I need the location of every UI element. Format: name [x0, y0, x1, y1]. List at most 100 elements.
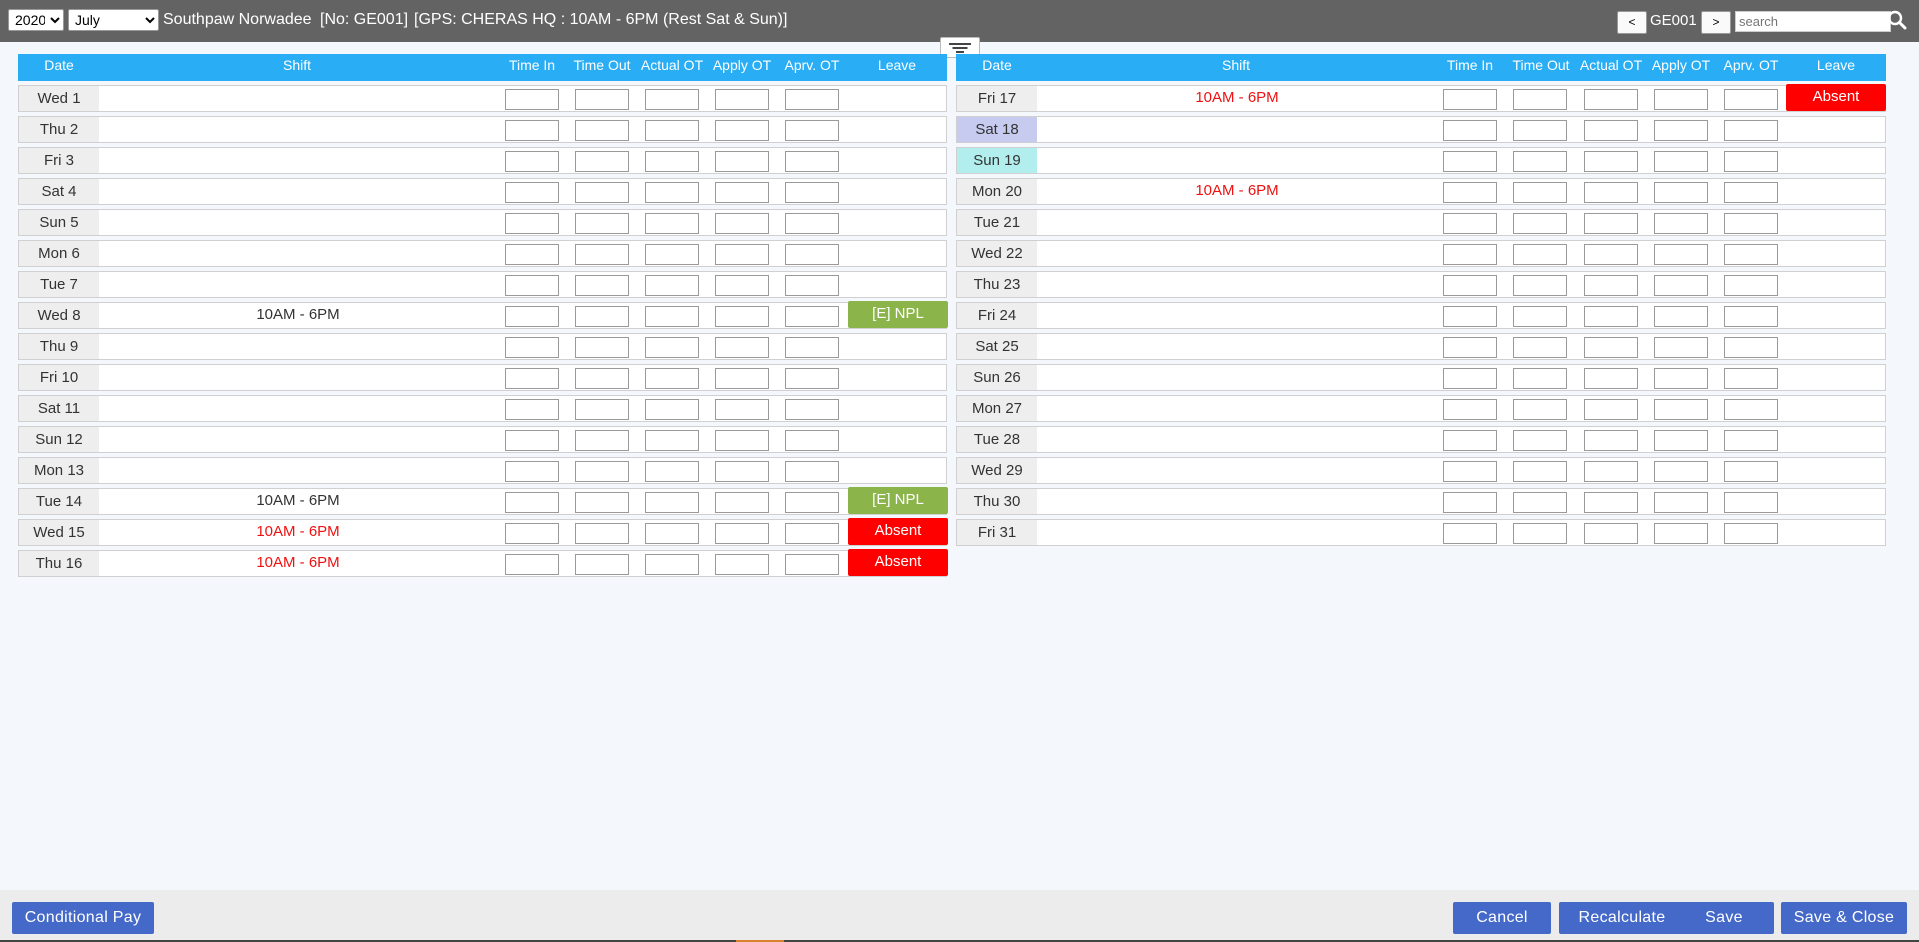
time-out-input[interactable] [575, 399, 629, 420]
time-in-input[interactable] [505, 182, 559, 203]
actual-ot-input[interactable] [1584, 492, 1638, 513]
actual-ot-input[interactable] [645, 430, 699, 451]
aprv-ot-input[interactable] [785, 399, 839, 420]
time-in-input[interactable] [505, 337, 559, 358]
actual-ot-input[interactable] [1584, 89, 1638, 110]
aprv-ot-input[interactable] [1724, 430, 1778, 451]
time-out-input[interactable] [1513, 182, 1567, 203]
recalculate-button[interactable]: Recalculate [1559, 902, 1685, 934]
apply-ot-input[interactable] [715, 492, 769, 513]
time-out-input[interactable] [1513, 368, 1567, 389]
time-out-input[interactable] [1513, 120, 1567, 141]
time-out-input[interactable] [575, 182, 629, 203]
apply-ot-input[interactable] [1654, 120, 1708, 141]
time-out-input[interactable] [1513, 275, 1567, 296]
aprv-ot-input[interactable] [1724, 182, 1778, 203]
time-in-input[interactable] [505, 399, 559, 420]
prev-employee-button[interactable]: < [1617, 11, 1647, 34]
apply-ot-input[interactable] [715, 523, 769, 544]
time-in-input[interactable] [505, 461, 559, 482]
aprv-ot-input[interactable] [1724, 89, 1778, 110]
year-select[interactable]: 2020 [8, 9, 64, 31]
actual-ot-input[interactable] [1584, 182, 1638, 203]
month-select[interactable]: July [68, 9, 159, 31]
time-in-input[interactable] [505, 554, 559, 575]
actual-ot-input[interactable] [645, 461, 699, 482]
apply-ot-input[interactable] [1654, 182, 1708, 203]
apply-ot-input[interactable] [1654, 523, 1708, 544]
aprv-ot-input[interactable] [785, 337, 839, 358]
aprv-ot-input[interactable] [785, 430, 839, 451]
aprv-ot-input[interactable] [1724, 337, 1778, 358]
search-icon[interactable] [1887, 10, 1907, 30]
apply-ot-input[interactable] [1654, 492, 1708, 513]
actual-ot-input[interactable] [645, 368, 699, 389]
apply-ot-input[interactable] [1654, 213, 1708, 234]
time-out-input[interactable] [1513, 399, 1567, 420]
time-in-input[interactable] [1443, 120, 1497, 141]
apply-ot-input[interactable] [715, 554, 769, 575]
leave-badge-absent[interactable]: Absent [1786, 84, 1886, 111]
leave-badge-npl[interactable]: [E] NPL [848, 487, 948, 514]
aprv-ot-input[interactable] [1724, 399, 1778, 420]
actual-ot-input[interactable] [645, 523, 699, 544]
apply-ot-input[interactable] [715, 120, 769, 141]
apply-ot-input[interactable] [715, 368, 769, 389]
time-out-input[interactable] [1513, 492, 1567, 513]
time-out-input[interactable] [575, 523, 629, 544]
actual-ot-input[interactable] [1584, 368, 1638, 389]
apply-ot-input[interactable] [715, 213, 769, 234]
time-out-input[interactable] [1513, 337, 1567, 358]
actual-ot-input[interactable] [645, 554, 699, 575]
time-out-input[interactable] [1513, 89, 1567, 110]
apply-ot-input[interactable] [1654, 399, 1708, 420]
time-out-input[interactable] [575, 554, 629, 575]
time-out-input[interactable] [575, 89, 629, 110]
aprv-ot-input[interactable] [1724, 368, 1778, 389]
actual-ot-input[interactable] [645, 182, 699, 203]
time-in-input[interactable] [1443, 492, 1497, 513]
time-out-input[interactable] [575, 430, 629, 451]
time-out-input[interactable] [575, 244, 629, 265]
actual-ot-input[interactable] [645, 399, 699, 420]
time-in-input[interactable] [1443, 151, 1497, 172]
aprv-ot-input[interactable] [1724, 306, 1778, 327]
apply-ot-input[interactable] [715, 399, 769, 420]
actual-ot-input[interactable] [1584, 523, 1638, 544]
time-out-input[interactable] [575, 151, 629, 172]
time-in-input[interactable] [1443, 399, 1497, 420]
actual-ot-input[interactable] [645, 492, 699, 513]
apply-ot-input[interactable] [1654, 430, 1708, 451]
aprv-ot-input[interactable] [1724, 523, 1778, 544]
time-in-input[interactable] [505, 306, 559, 327]
search-input[interactable] [1735, 11, 1891, 32]
time-out-input[interactable] [1513, 461, 1567, 482]
aprv-ot-input[interactable] [1724, 120, 1778, 141]
next-employee-button[interactable]: > [1701, 11, 1731, 34]
time-in-input[interactable] [1443, 182, 1497, 203]
time-in-input[interactable] [1443, 430, 1497, 451]
actual-ot-input[interactable] [1584, 399, 1638, 420]
time-out-input[interactable] [1513, 151, 1567, 172]
apply-ot-input[interactable] [1654, 306, 1708, 327]
aprv-ot-input[interactable] [785, 120, 839, 141]
cancel-button[interactable]: Cancel [1453, 902, 1551, 934]
actual-ot-input[interactable] [1584, 275, 1638, 296]
aprv-ot-input[interactable] [785, 244, 839, 265]
aprv-ot-input[interactable] [785, 554, 839, 575]
time-in-input[interactable] [505, 492, 559, 513]
save-and-close-button[interactable]: Save & Close [1781, 902, 1907, 934]
aprv-ot-input[interactable] [1724, 213, 1778, 234]
apply-ot-input[interactable] [1654, 244, 1708, 265]
actual-ot-input[interactable] [645, 151, 699, 172]
time-in-input[interactable] [505, 151, 559, 172]
actual-ot-input[interactable] [1584, 120, 1638, 141]
actual-ot-input[interactable] [1584, 306, 1638, 327]
apply-ot-input[interactable] [1654, 275, 1708, 296]
apply-ot-input[interactable] [715, 337, 769, 358]
time-in-input[interactable] [1443, 244, 1497, 265]
apply-ot-input[interactable] [715, 182, 769, 203]
time-out-input[interactable] [575, 275, 629, 296]
apply-ot-input[interactable] [715, 151, 769, 172]
leave-badge-absent[interactable]: Absent [848, 549, 948, 576]
